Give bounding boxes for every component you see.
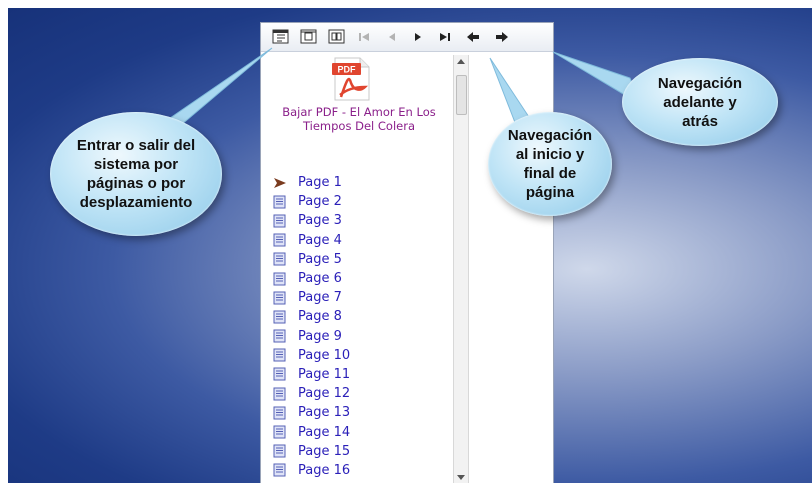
callout-line: atrás (682, 112, 718, 130)
callout-line: Entrar o salir del (76, 137, 196, 154)
presentation-slide: PDF Bajar PDF - El Amor En Los Tiempos D… (8, 8, 812, 483)
callout-line: desplazamiento (79, 194, 193, 211)
callout-line: páginas o por (86, 175, 186, 192)
callout-line: al inicio y (515, 146, 585, 163)
callout-start-end: Navegación al inicio y final de página (488, 112, 612, 216)
callout-line: Navegación (507, 127, 593, 144)
callout-line: adelante y (663, 93, 737, 111)
callout-line: página (525, 184, 575, 201)
callout-view-mode: Entrar o salir del sistema por páginas o… (50, 112, 222, 236)
callout-back-forward: Navegación adelante y atrás (622, 58, 778, 146)
callout-line: final de (523, 165, 577, 182)
callout-line: sistema por (93, 156, 179, 173)
callout-line: Navegación (657, 74, 743, 92)
